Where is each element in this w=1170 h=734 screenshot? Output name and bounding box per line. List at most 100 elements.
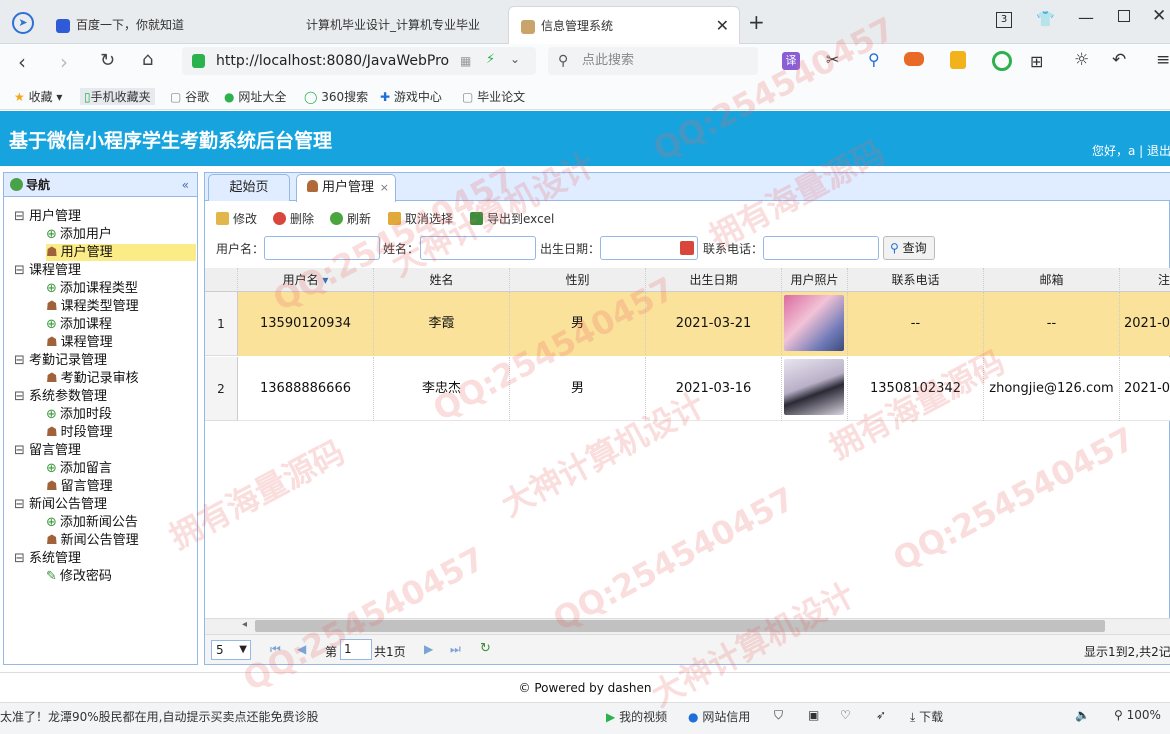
phone-input[interactable]	[763, 236, 879, 260]
skin-icon[interactable]: 👕	[1036, 10, 1055, 28]
col-email[interactable]: 邮箱	[984, 268, 1120, 292]
forward-icon[interactable]: ›	[60, 50, 68, 74]
tree-leaf[interactable]: ✎ 修改密码	[46, 568, 112, 585]
chevron-down-icon[interactable]: ⌄	[510, 52, 520, 66]
browser-logo-icon[interactable]: ➤	[12, 12, 34, 34]
tree-folder[interactable]: ⊟ 新闻公告管理	[14, 496, 107, 513]
bookmark-hao[interactable]: ● 网址大全	[224, 88, 286, 105]
bookmark-game[interactable]: ✚ 游戏中心	[380, 88, 442, 105]
brightness-icon[interactable]: ☼	[1074, 50, 1089, 70]
close-tab-icon[interactable]: ✕	[716, 7, 729, 44]
address-bar[interactable]: http://localhost:8080/JavaWebPro	[182, 47, 536, 75]
delete-button[interactable]: 删除	[273, 210, 314, 228]
game-icon[interactable]	[904, 52, 924, 66]
tree-leaf[interactable]: ⊕ 添加时段	[46, 406, 112, 423]
tree-folder[interactable]: ⊟ 系统参数管理	[14, 388, 107, 405]
site-credit-link[interactable]: ● 网站信用	[688, 708, 750, 725]
last-page-icon[interactable]: ⏭	[450, 642, 461, 657]
coin-icon[interactable]	[950, 51, 966, 69]
bookmark-paper[interactable]: ▢ 毕业论文	[462, 88, 525, 105]
tree-leaf[interactable]: ⊕ 添加课程类型	[46, 280, 138, 297]
first-page-icon[interactable]: ⏮	[270, 642, 281, 657]
calendar-icon[interactable]	[680, 241, 694, 255]
bookmark-mobile[interactable]: ▯手机收藏夹	[80, 88, 155, 105]
next-page-icon[interactable]: ▶	[424, 642, 433, 656]
tree-leaf[interactable]: ☗ 新闻公告管理	[46, 532, 139, 549]
unselect-button[interactable]: 取消选择	[388, 210, 453, 228]
query-button[interactable]: ⚲ 查询	[883, 236, 935, 260]
qr-icon[interactable]: ▦	[460, 54, 471, 68]
menu-icon[interactable]: ≡	[1156, 50, 1170, 70]
tree-leaf[interactable]: ☗ 课程管理	[46, 334, 113, 351]
col-username[interactable]: 用户名 ▾	[238, 268, 374, 292]
tab-home[interactable]: 起始页	[208, 174, 290, 201]
search-input[interactable]: ⚲ 点此搜索	[548, 47, 758, 75]
col-extra[interactable]: 注	[1120, 268, 1170, 292]
tab-count-badge[interactable]: 3	[996, 12, 1012, 28]
scroll-left-icon[interactable]: ◂	[242, 619, 247, 630]
reload-page-icon[interactable]: ↻	[480, 641, 491, 656]
news-ticker[interactable]: 太准了！龙潭90%股民都在用,自动提示买卖点还能免费诊股	[0, 708, 318, 725]
tree-leaf[interactable]: ⊕ 添加新闻公告	[46, 514, 138, 531]
col-birth[interactable]: 出生日期	[646, 268, 782, 292]
col-phone[interactable]: 联系电话	[848, 268, 984, 292]
browser-tab-info-system[interactable]: 信息管理系统 ✕	[508, 6, 740, 44]
refresh-button[interactable]: 刷新	[330, 210, 371, 228]
tree-folder[interactable]: ⊟ 留言管理	[14, 442, 81, 459]
speaker-icon[interactable]: 🔈	[1075, 708, 1090, 722]
browser-tab-baidu[interactable]: 百度一下，你就知道	[50, 6, 272, 44]
shield-icon[interactable]: ⛉	[774, 708, 783, 723]
prev-page-icon[interactable]: ◀	[297, 642, 306, 656]
tab-user-management[interactable]: 用户管理 ×	[296, 174, 396, 202]
back-icon[interactable]: ‹	[18, 50, 26, 74]
apps-grid-icon[interactable]: ⊞	[1030, 52, 1043, 71]
close-icon[interactable]: ×	[380, 175, 389, 201]
col-photo[interactable]: 用户照片	[782, 268, 848, 292]
download-link[interactable]: ⤓ 下载	[910, 708, 943, 725]
my-video-link[interactable]: ▶ 我的视频	[606, 708, 667, 725]
edit-button[interactable]: 修改	[216, 210, 257, 228]
zoom-level[interactable]: ⚲ 100%	[1114, 708, 1161, 722]
bookmark-360[interactable]: ◯ 360搜索	[304, 88, 368, 105]
shield-green-icon[interactable]	[992, 51, 1012, 71]
username-input[interactable]	[264, 236, 380, 260]
heart-icon[interactable]: ♡	[840, 708, 851, 722]
reload-icon[interactable]: ↻	[100, 50, 115, 71]
rocket-icon[interactable]: ➶	[876, 708, 886, 722]
page-size-select[interactable]: 5 ▼	[211, 640, 251, 660]
tree-leaf[interactable]: ⊕ 添加留言	[46, 460, 112, 477]
scrollbar-thumb[interactable]	[255, 620, 1105, 632]
tree-leaf[interactable]: ⊕ 添加课程	[46, 316, 112, 333]
tree-folder[interactable]: ⊟ 用户管理	[14, 208, 81, 225]
image-icon[interactable]: ▣	[808, 708, 819, 722]
tree-leaf[interactable]: ☗ 时段管理	[46, 424, 113, 441]
minimize-icon[interactable]: —	[1078, 8, 1094, 27]
tree-folder[interactable]: ⊟ 系统管理	[14, 550, 81, 567]
tree-folder[interactable]: ⊟ 课程管理	[14, 262, 81, 279]
home-icon[interactable]: ⌂	[142, 49, 153, 70]
bookmark-google[interactable]: ▢ 谷歌	[170, 88, 209, 105]
close-window-icon[interactable]: ✕	[1152, 6, 1166, 26]
page-number-input[interactable]: 1	[340, 639, 372, 660]
col-gender[interactable]: 性别	[510, 268, 646, 292]
tree-leaf[interactable]: ☗ 留言管理	[46, 478, 113, 495]
col-name[interactable]: 姓名	[374, 268, 510, 292]
tree-leaf[interactable]: ☗ 课程类型管理	[46, 298, 139, 315]
tree-folder[interactable]: ⊟ 考勤记录管理	[14, 352, 107, 369]
maximize-icon[interactable]	[1118, 10, 1130, 22]
collapse-icon[interactable]: «	[182, 173, 189, 197]
translate-icon[interactable]: 译	[782, 52, 800, 70]
magnifier-icon[interactable]: ⚲	[868, 50, 880, 69]
tree-leaf[interactable]: ☗ 用户管理	[46, 244, 196, 261]
bookmark-favorites[interactable]: ★ 收藏 ▾	[14, 88, 62, 105]
name-input[interactable]	[420, 236, 536, 260]
browser-tab-bishe[interactable]: 计算机毕业设计_计算机专业毕业	[278, 6, 503, 44]
birth-input[interactable]	[600, 236, 698, 260]
scissors-icon[interactable]: ✂	[826, 50, 839, 69]
tree-leaf[interactable]: ⊕ 添加用户	[46, 226, 112, 243]
user-bar[interactable]: 您好，a | 退出	[1092, 142, 1170, 159]
new-tab-icon[interactable]: +	[748, 10, 765, 34]
tree-leaf[interactable]: ☗ 考勤记录审核	[46, 370, 139, 387]
export-excel-button[interactable]: 导出到excel	[470, 210, 554, 228]
undo-icon[interactable]: ↶	[1112, 50, 1126, 70]
